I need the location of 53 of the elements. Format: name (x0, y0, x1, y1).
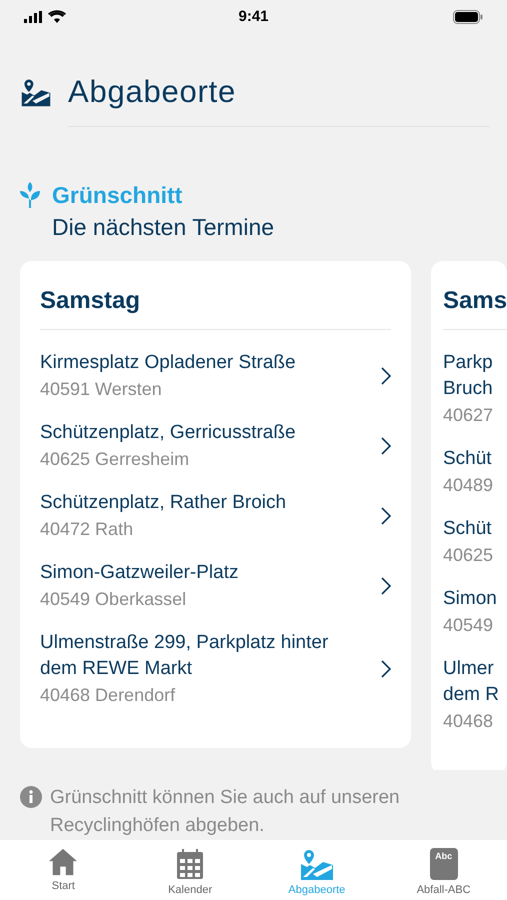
location-item[interactable]: Schützenplatz, Rather Broich 40472 Rath (40, 490, 391, 542)
location-item[interactable]: Parkp Bruch 40627 (443, 350, 507, 428)
location-name: dem R (443, 682, 500, 707)
location-postcode: 40625 (443, 544, 494, 567)
day-heading: Sams (443, 286, 507, 314)
location-item[interactable]: Kirmesplatz Opladener Straße 40591 Wersten (40, 350, 391, 402)
location-postcode: 40625 Gerresheim (40, 448, 190, 471)
location-item[interactable]: Schützenplatz, Gerricusstraße 40625 Gerresheim (40, 420, 391, 472)
location-name: Schüt (443, 516, 493, 541)
location-item[interactable]: Schüt 40625 (443, 516, 507, 568)
location-postcode: 40591 Wersten (40, 378, 163, 401)
location-item[interactable]: Ulmer dem R 40468 (443, 656, 507, 734)
chevron-right-icon (381, 576, 391, 595)
location-item[interactable]: Simon 40549 (443, 586, 507, 638)
location-name: Bruch (443, 376, 494, 401)
chevron-right-icon (381, 436, 391, 455)
sprout-icon (20, 182, 40, 208)
battery-icon (453, 10, 483, 24)
status-time: 9:41 (238, 6, 269, 27)
location-name: Ulmenstraße 299, Parkplatz hinter dem REWE Markt (40, 630, 330, 681)
tab-item[interactable]: Kalender (126, 848, 254, 900)
page-title: Abgabeorte (68, 74, 236, 110)
location-postcode: 40468 (443, 710, 494, 733)
section-subtitle: Die nächsten Termine (52, 212, 274, 242)
location-name: Kirmesplatz Opladener Straße (40, 350, 297, 375)
day-heading: Samstag (40, 286, 140, 314)
info-note: Grünschnitt können Sie auch auf unseren Recyclinghöfen abgeben. (50, 786, 401, 838)
location-postcode: 40627 (443, 404, 494, 427)
chevron-right-icon (381, 506, 391, 525)
chevron-right-icon (381, 660, 391, 678)
location-postcode: 40468 Derendorf (40, 684, 176, 707)
location-item[interactable]: Simon-Gatzweiler-Platz 40549 Oberkassel (40, 560, 391, 612)
wifi-icon (48, 10, 66, 24)
location-name: Schützenplatz, Rather Broich (40, 490, 288, 515)
location-item[interactable]: Schüt 40489 (443, 446, 507, 498)
book-label: Abc (435, 852, 452, 862)
location-name: Simon-Gatzweiler-Platz (40, 560, 240, 585)
info-icon (20, 786, 42, 808)
tab-item[interactable]: Abc Abfall-ABC (380, 848, 507, 900)
location-postcode: 40549 (443, 614, 494, 637)
location-postcode: 40489 (443, 474, 494, 497)
location-name: Schützenplatz, Gerricusstraße (40, 420, 297, 445)
section-title: Grünschnitt (52, 180, 184, 210)
location-postcode: 40472 Rath (40, 518, 134, 541)
location-name: Simon (443, 586, 498, 611)
location-name: Ulmer (443, 656, 495, 681)
tab-item[interactable]: Start (0, 848, 127, 900)
location-postcode: 40549 Oberkassel (40, 588, 188, 611)
signal-icon (24, 10, 42, 23)
location-name: Schüt (443, 446, 493, 471)
location-name: Parkp (443, 350, 494, 375)
location-item[interactable]: Ulmenstraße 299, Parkplatz hinter dem REWE Markt 40468 Derendorf (40, 630, 391, 708)
chevron-right-icon (381, 366, 391, 385)
